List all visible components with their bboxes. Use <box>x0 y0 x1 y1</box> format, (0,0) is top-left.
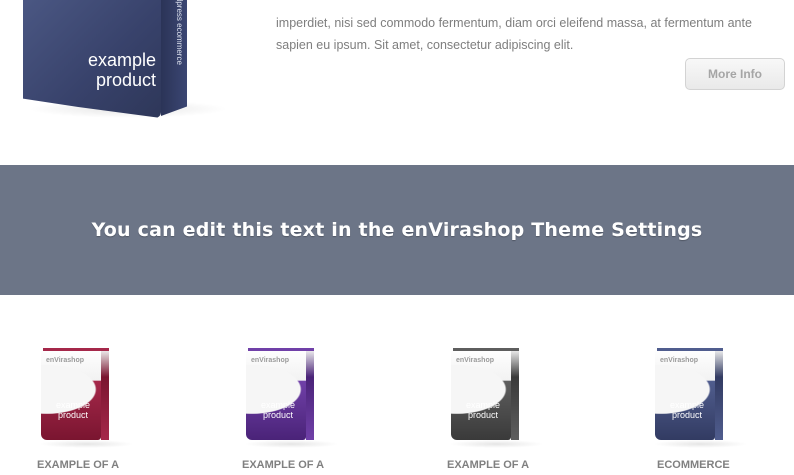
product-box-image[interactable]: enVirashop example product <box>449 340 544 448</box>
product-box-lid <box>248 348 314 351</box>
product-box-brand: enVirashop <box>456 357 494 364</box>
theme-settings-banner: You can edit this text in the enVirashop… <box>0 165 794 295</box>
product-card[interactable]: enVirashop example product EXAMPLE OF A <box>242 340 402 475</box>
product-name[interactable]: ECOMMERCE <box>657 459 730 471</box>
product-box-label-line1: example <box>260 400 296 410</box>
description-line-2: sapien eu ipsum. Sit amet, consectetur a… <box>276 38 574 52</box>
product-box-shadow <box>244 440 339 448</box>
product-card[interactable]: enVirashop example product EXAMPLE OF A <box>37 340 197 475</box>
product-name[interactable]: EXAMPLE OF A <box>447 459 529 471</box>
product-box-label-line1: example <box>669 400 705 410</box>
product-box-title-line1: example <box>87 50 156 70</box>
product-box-side <box>306 350 314 440</box>
product-box-side <box>511 350 519 440</box>
product-box-side <box>715 350 723 440</box>
product-box-brand: enVirashop <box>251 357 289 364</box>
product-box-shadow <box>449 440 544 448</box>
product-box-label-line2: product <box>467 410 499 420</box>
featured-product-image[interactable]: example product wordpress ecommerce <box>18 0 233 135</box>
featured-product-section: example product wordpress ecommerce impe… <box>0 0 794 165</box>
more-info-button[interactable]: More Info <box>685 58 785 90</box>
product-box-label: example product <box>47 400 99 420</box>
product-box-title: example product <box>56 50 156 90</box>
product-box-lid <box>657 348 723 351</box>
description-line-1: imperdiet, nisi sed commodo fermentum, d… <box>276 16 752 30</box>
product-box-label-line1: example <box>465 400 501 410</box>
product-box-lid <box>453 348 519 351</box>
product-box-title-line2: product <box>95 70 156 90</box>
product-box-label-line2: product <box>671 410 703 420</box>
product-box-label-line1: example <box>55 400 91 410</box>
product-box-lid <box>43 348 109 351</box>
product-box-brand: enVirashop <box>660 357 698 364</box>
product-name[interactable]: EXAMPLE OF A <box>37 459 119 471</box>
product-box-brand: enVirashop <box>46 357 84 364</box>
product-box-image[interactable]: enVirashop example product <box>653 340 748 448</box>
product-box-shadow <box>653 440 748 448</box>
product-description: imperdiet, nisi sed commodo fermentum, d… <box>276 12 786 56</box>
product-box-label-line2: product <box>57 410 89 420</box>
product-card[interactable]: enVirashop example product EXAMPLE OF A <box>447 340 607 475</box>
product-box-label: example product <box>252 400 304 420</box>
product-box-label-line2: product <box>262 410 294 420</box>
product-box-image[interactable]: enVirashop example product <box>244 340 339 448</box>
product-box-side <box>101 350 109 440</box>
product-box-label: example product <box>457 400 509 420</box>
product-name[interactable]: EXAMPLE OF A <box>242 459 324 471</box>
product-box-vertical-label: wordpress ecommerce <box>175 0 184 65</box>
product-box-label: example product <box>661 400 713 420</box>
banner-text: You can edit this text in the enVirashop… <box>91 219 703 241</box>
product-card[interactable]: enVirashop example product ECOMMERCE <box>653 340 794 475</box>
product-box-shadow <box>39 440 134 448</box>
product-box-image[interactable]: enVirashop example product <box>39 340 134 448</box>
